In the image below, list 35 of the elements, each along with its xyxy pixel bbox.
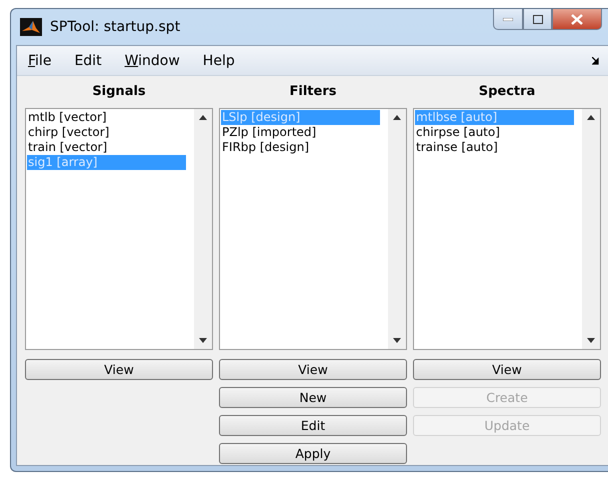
action-button[interactable]: View [413,359,601,380]
action-button[interactable]: New [219,387,407,408]
scroll-down-icon[interactable] [587,338,595,343]
minimize-button[interactable] [493,9,523,30]
column-heading: Spectra [478,83,536,101]
list-item[interactable]: chirpse [auto] [415,125,574,140]
action-button[interactable]: View [219,359,407,380]
scroll-down-icon[interactable] [199,338,207,343]
list-item[interactable]: mtlb [vector] [27,110,186,125]
menu-item[interactable]: Help [198,52,247,68]
column-heading: Filters [288,83,338,101]
action-button[interactable]: View [25,359,213,380]
list-item[interactable]: FIRbp [design] [221,140,380,155]
list-item[interactable]: PZlp [imported] [221,125,380,140]
action-button[interactable]: Apply [219,443,407,464]
list-item[interactable]: trainse [auto] [415,140,574,155]
menu-item[interactable]: File [23,52,64,68]
action-button[interactable]: Edit [219,415,407,436]
dock-arrow-icon[interactable] [592,57,600,65]
app-logo-icon [20,18,42,36]
scroll-up-icon[interactable] [393,115,401,120]
close-icon [571,14,583,24]
list-item[interactable]: chirp [vector] [27,125,186,140]
close-button[interactable] [552,9,602,30]
scroll-down-icon[interactable] [393,338,401,343]
menu-item[interactable]: Window [120,52,192,68]
scroll-up-icon[interactable] [199,115,207,120]
maximize-button[interactable] [523,9,552,30]
window-title: SPTool: startup.spt [50,19,180,35]
column-heading: Signals [91,83,147,101]
menu-item[interactable]: Edit [69,52,114,68]
minimize-icon [503,18,513,20]
list-item[interactable]: train [vector] [27,140,186,155]
scroll-up-icon[interactable] [587,115,595,120]
maximize-icon [532,14,542,24]
